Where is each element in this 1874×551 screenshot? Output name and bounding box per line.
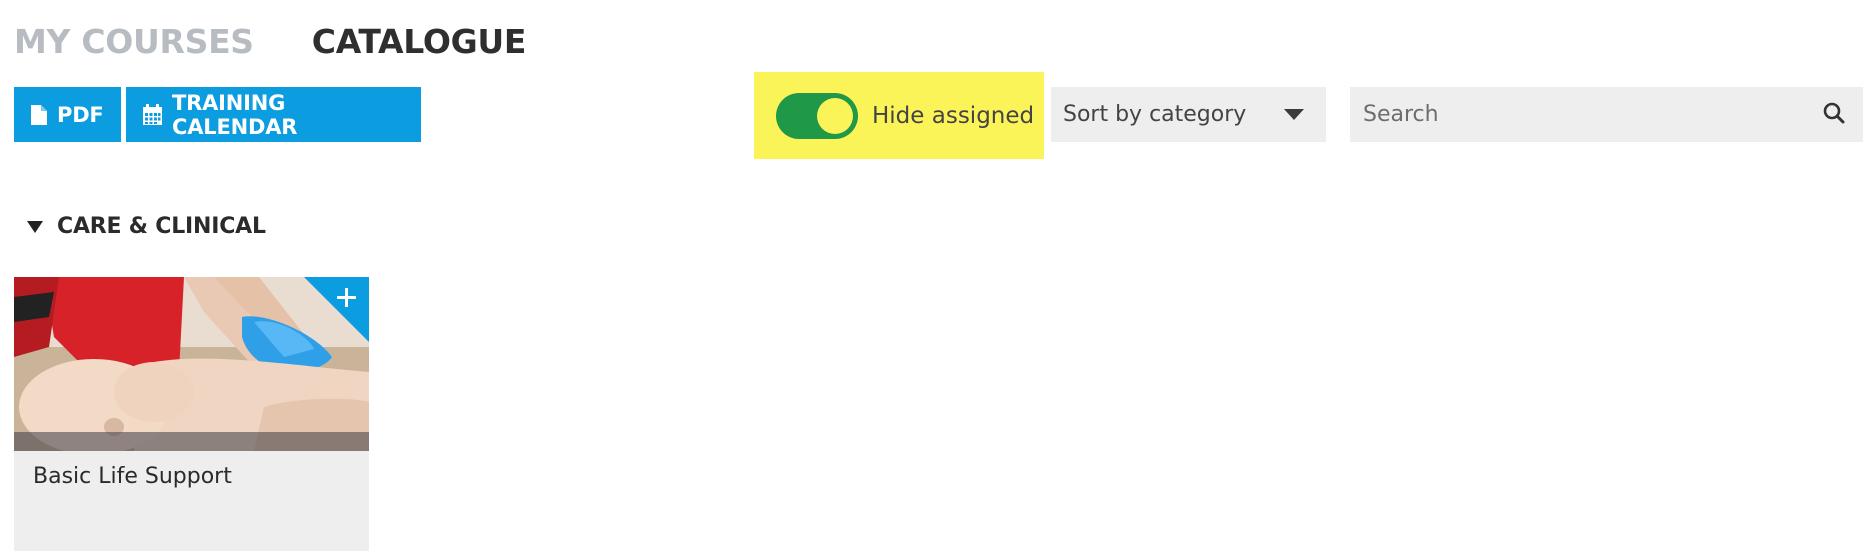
category-title: CARE & CLINICAL: [57, 214, 266, 239]
calendar-icon: [142, 103, 163, 126]
toggle-knob: [817, 97, 853, 134]
course-card[interactable]: Basic Life Support: [14, 277, 369, 551]
tab-catalogue[interactable]: CATALOGUE: [312, 18, 527, 66]
sort-select-value: Sort by category: [1063, 102, 1247, 127]
tab-bar: MY COURSES CATALOGUE: [14, 18, 526, 66]
hide-assigned-toggle[interactable]: [776, 92, 858, 139]
caret-down-icon: [1284, 109, 1304, 120]
hide-assigned-label: Hide assigned: [872, 102, 1035, 129]
course-thumbnail: [14, 277, 369, 451]
course-title: Basic Life Support: [33, 464, 232, 489]
tab-my-courses[interactable]: MY COURSES: [14, 18, 254, 66]
category-toggle[interactable]: CARE & CLINICAL: [27, 214, 266, 239]
search-box: [1350, 87, 1863, 142]
document-icon: [30, 104, 48, 126]
pdf-button-label: PDF: [57, 102, 104, 127]
hide-assigned-control: Hide assigned: [754, 72, 1044, 159]
sort-select[interactable]: Sort by category: [1051, 87, 1326, 142]
training-calendar-button-label: TRAINING CALENDAR: [172, 90, 298, 139]
training-calendar-button[interactable]: TRAINING CALENDAR: [126, 87, 421, 142]
pdf-button[interactable]: PDF: [14, 87, 121, 142]
triangle-down-icon: [27, 220, 43, 233]
search-input[interactable]: [1361, 101, 1823, 128]
search-icon[interactable]: [1823, 102, 1845, 128]
